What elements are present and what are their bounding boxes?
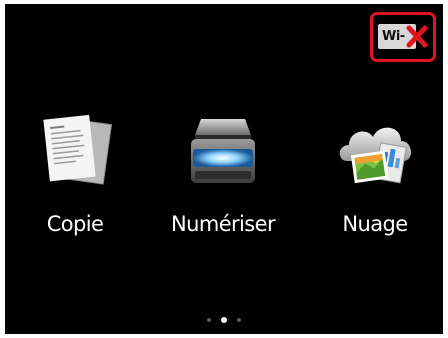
page-dot-2-active [221,317,227,323]
copy-documents-icon [43,114,113,185]
page-dot-1 [207,318,211,322]
wifi-status-button[interactable]: Wi- [378,24,428,49]
menu-item-cloud-label: Nuage [342,212,408,236]
page-indicator [5,317,443,325]
cloud-icon [339,127,412,184]
page-dot-3 [237,318,241,322]
wifi-disconnected-icon [406,25,428,48]
printer-home-screen: Wi- Copie Numériser Nuage [5,4,443,334]
menu-item-scan-label: Numériser [171,212,276,236]
menu-item-copy-label: Copie [46,212,104,236]
menu-item-scan[interactable]: Numériser [158,109,288,259]
menu-item-cloud[interactable]: Nuage [310,109,440,259]
menu-item-copy[interactable]: Copie [10,109,140,259]
scanner-icon [191,119,255,183]
